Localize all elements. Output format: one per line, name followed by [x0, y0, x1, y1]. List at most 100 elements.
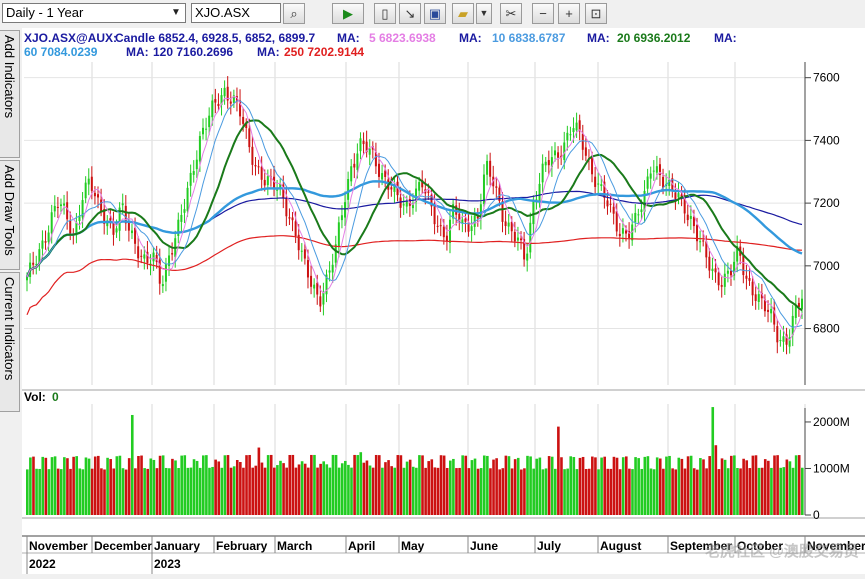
volume-bar [319, 463, 322, 515]
candle-body [97, 194, 100, 198]
volume-bar [143, 468, 146, 515]
volume-bar [439, 455, 443, 515]
candle-body [575, 122, 578, 131]
volume-bar [242, 467, 245, 515]
zoom-out-icon[interactable]: − [532, 3, 554, 24]
candle-body [44, 241, 47, 243]
candle-body [520, 238, 523, 241]
volume-bar [384, 462, 387, 515]
volume-bar [495, 458, 498, 515]
candle-body [594, 176, 597, 187]
candle-body [532, 201, 535, 225]
volume-bar [683, 468, 687, 515]
volume-bar [78, 468, 82, 515]
volume-bar [350, 467, 353, 515]
volume-bar [337, 467, 341, 515]
candle-body [742, 255, 745, 276]
volume-bar [720, 458, 724, 515]
candle-body [433, 204, 436, 225]
volume-bar [374, 454, 378, 515]
candle-body [677, 193, 680, 198]
volume-bar [547, 456, 551, 515]
symbol-input[interactable]: XJO.ASX [191, 3, 281, 23]
tab-add-draw-tools[interactable]: Add Draw Tools [0, 160, 20, 270]
candle-body [767, 309, 770, 312]
volume-bar [115, 456, 119, 515]
tab-current-indicators[interactable]: Current Indicators [0, 272, 20, 412]
zoom-in-icon[interactable]: + [558, 3, 580, 24]
volume-bar [90, 468, 94, 515]
candle-body [699, 241, 702, 243]
search-icon[interactable]: ⌕ [283, 3, 305, 24]
candle-body [306, 260, 309, 278]
volume-bar [198, 467, 202, 515]
volume-bar [285, 467, 288, 515]
year-label: 2023 [154, 557, 181, 571]
dropdown-icon[interactable]: ▼ [476, 3, 492, 24]
fit-icon[interactable]: ⊡ [585, 3, 607, 24]
volume-bar [696, 469, 699, 515]
volume-bar [470, 460, 474, 515]
candle-body [507, 222, 510, 227]
volume-bar [594, 457, 597, 515]
tab-add-indicators[interactable]: Add Indicators [0, 30, 20, 158]
price-volume-chart[interactable]: 6800 7000 7200 7400 7600 0 1000M 2000M November D… [22, 28, 865, 574]
volume-bar [41, 456, 45, 515]
legend-ma120: 120 7160.2696 [153, 45, 233, 59]
volume-bar [689, 455, 693, 515]
tools-icon[interactable]: ✂ [500, 3, 522, 24]
volume-bar [50, 457, 54, 515]
new-page-icon[interactable]: ▯ [374, 3, 396, 24]
volume-bar [486, 455, 489, 515]
volume-bar [779, 467, 782, 515]
candle-body [538, 183, 541, 201]
volume-bar [368, 465, 372, 515]
candle-body [615, 211, 618, 232]
candle-body [87, 178, 90, 185]
volume-bar [529, 456, 532, 515]
candle-body [322, 292, 325, 305]
candle-body [655, 166, 658, 173]
open-folder-icon[interactable]: ▰ [452, 3, 474, 24]
candle-body [161, 284, 164, 287]
candle-body [726, 270, 729, 274]
volume-bar [560, 457, 563, 515]
candle-body [449, 219, 452, 243]
volume-bar [32, 456, 35, 515]
volume-bar [692, 468, 696, 515]
volume-bar [155, 468, 159, 515]
volume-bar [362, 462, 366, 515]
volume-bar [371, 467, 375, 515]
volume-bar [532, 468, 535, 515]
volume-bar [581, 456, 585, 515]
volume-bar [232, 466, 236, 515]
volume-bar [458, 467, 461, 515]
volume-bar [452, 458, 455, 515]
legend-ma10: 10 6838.6787 [492, 31, 566, 45]
play-icon[interactable]: ▶ [332, 3, 364, 24]
price-tick-label: 6800 [813, 322, 840, 336]
save-icon[interactable]: ▣ [424, 3, 446, 24]
candle-body [662, 176, 665, 188]
candle-body [618, 233, 621, 237]
export-icon[interactable]: ↘ [399, 3, 421, 24]
volume-bar [637, 458, 640, 515]
chevron-down-icon[interactable]: ▼ [169, 6, 183, 20]
chart-area[interactable]: 6800 7000 7200 7400 7600 0 1000M 2000M November D… [22, 28, 865, 579]
volume-bar [634, 457, 637, 515]
volume-bar [763, 459, 767, 515]
legend-ma20: 20 6936.2012 [617, 31, 691, 45]
candle-body [652, 170, 655, 172]
candle-body [340, 215, 343, 221]
volume-bar [609, 468, 613, 515]
volume-bar [263, 467, 267, 515]
volume-bar [276, 465, 279, 515]
legend-ma120-label: MA: [126, 45, 149, 59]
candle-body [489, 160, 492, 177]
volume-bar [699, 458, 702, 515]
volume-bar [445, 467, 449, 515]
period-select[interactable]: Daily - 1 Year ▼ [2, 3, 186, 23]
candle-body [32, 262, 35, 265]
candle-body [625, 230, 628, 234]
legend-candle: Candle 6852.4, 6928.5, 6852, 6899.7 [115, 31, 315, 45]
